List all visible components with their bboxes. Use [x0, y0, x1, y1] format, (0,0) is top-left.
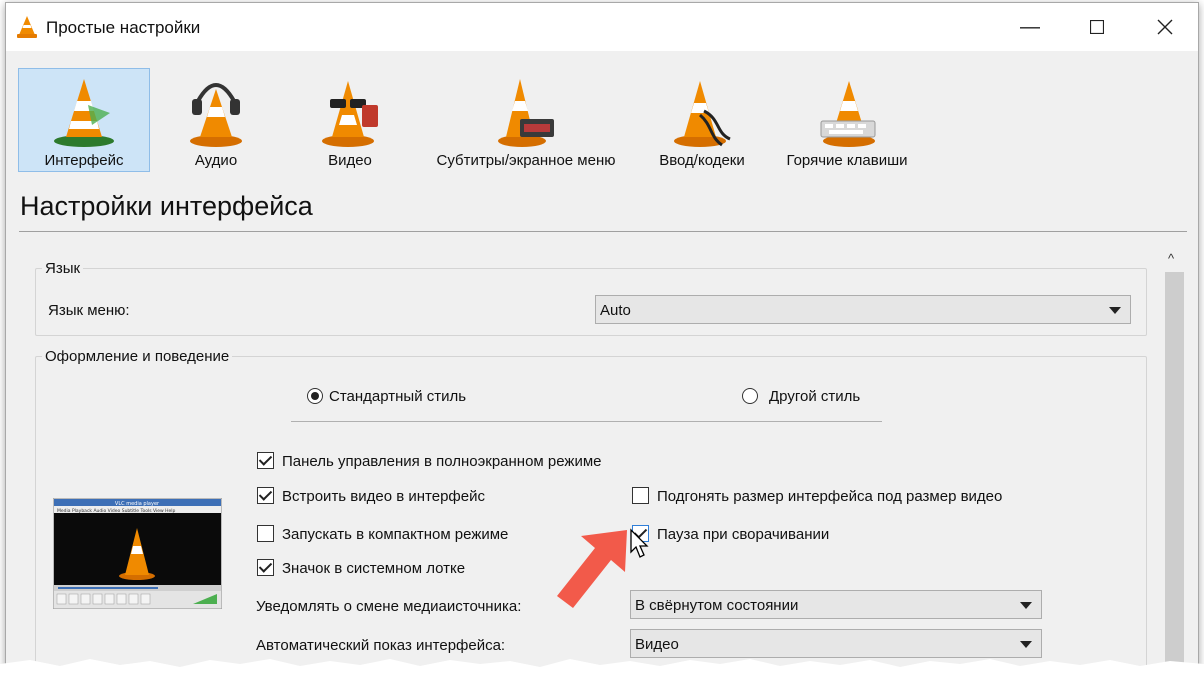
mouse-cursor-icon — [630, 528, 649, 558]
chevron-down-icon — [1020, 641, 1032, 648]
notify-value: В свёрнутом состоянии — [635, 597, 799, 614]
resize-to-video-checkbox[interactable] — [632, 487, 649, 504]
title-bar: Простые настройки — — [6, 3, 1198, 51]
resize-to-video-label: Подгонять размер интерфейса под размер в… — [657, 488, 1003, 505]
category-toolbar: Интерфейс Аудио Видео Субтитры/экранное … — [6, 51, 1198, 177]
pause-minimized-label: Пауза при сворачивании — [657, 526, 830, 543]
vlc-cone-glasses-icon — [322, 81, 378, 147]
tab-interface-label: Интерфейс — [44, 152, 124, 169]
vlc-app-icon — [17, 16, 37, 38]
tab-hotkeys[interactable]: Горячие клавиши — [774, 68, 920, 172]
minimize-icon: — — [1020, 15, 1040, 38]
minimal-mode-checkbox[interactable] — [257, 525, 274, 542]
language-group-title: Язык — [42, 260, 84, 277]
menu-language-select[interactable]: Auto — [595, 295, 1131, 324]
notify-label: Уведомлять о смене медиаисточника: — [256, 598, 522, 615]
fullscreen-controller-label: Панель управления в полноэкранном режиме — [282, 453, 602, 470]
chevron-down-icon — [1020, 602, 1032, 609]
systray-label: Значок в системном лотке — [282, 560, 466, 577]
menu-language-value: Auto — [600, 302, 631, 319]
fullscreen-controller-checkbox[interactable] — [257, 452, 274, 469]
standard-style-radio[interactable] — [307, 388, 323, 404]
look-group-title: Оформление и поведение — [42, 348, 233, 365]
tab-audio[interactable]: Аудио — [156, 68, 276, 172]
tab-hotkeys-label: Горячие клавиши — [786, 152, 908, 169]
systray-checkbox[interactable] — [257, 559, 274, 576]
minimize-button[interactable]: — — [997, 3, 1063, 51]
embed-video-checkbox[interactable] — [257, 487, 274, 504]
page-title: Настройки интерфейса — [20, 191, 313, 221]
tab-interface[interactable]: Интерфейс — [18, 68, 150, 172]
tab-subtitles-label: Субтитры/экранное меню — [436, 152, 616, 169]
vlc-cone-headphones-icon — [190, 83, 242, 147]
scrollbar-thumb[interactable] — [1165, 272, 1184, 671]
tab-input-codecs-label: Ввод/кодеки — [659, 152, 745, 169]
vlc-preview-image: VLC media player Media Playback Audio Vi… — [53, 498, 222, 609]
chevron-up-icon[interactable]: ^ — [1168, 251, 1174, 266]
style-divider — [291, 421, 882, 422]
minimal-mode-label: Запускать в компактном режиме — [282, 526, 509, 543]
vlc-cone-subtitles-icon — [498, 79, 554, 147]
tab-input-codecs[interactable]: Ввод/кодеки — [644, 68, 760, 172]
tab-video[interactable]: Видео — [282, 68, 418, 172]
notify-select[interactable]: В свёрнутом состоянии — [630, 590, 1042, 619]
other-style-radio[interactable] — [742, 388, 758, 404]
vlc-cone-keyboard-icon — [820, 81, 876, 147]
menu-language-label: Язык меню: — [48, 302, 130, 319]
tab-audio-label: Аудио — [194, 152, 238, 169]
maximize-button[interactable] — [1064, 3, 1130, 51]
vertical-scrollbar[interactable]: ^ — [1162, 242, 1189, 671]
embed-video-label: Встроить видео в интерфейс — [282, 488, 485, 505]
vlc-cone-interface-icon — [54, 79, 114, 147]
tab-video-label: Видео — [328, 152, 372, 169]
other-style-label: Другой стиль — [769, 388, 861, 405]
tab-subtitles[interactable]: Субтитры/экранное меню — [424, 68, 628, 172]
standard-style-label: Стандартный стиль — [329, 388, 467, 405]
title-divider — [19, 231, 1187, 232]
close-button[interactable] — [1132, 3, 1198, 51]
maximize-icon — [1090, 20, 1104, 34]
close-icon — [1157, 19, 1173, 35]
chevron-down-icon — [1109, 307, 1121, 314]
window-title: Простые настройки — [46, 18, 201, 37]
torn-edge-decoration — [0, 659, 1204, 675]
vlc-cone-cables-icon — [674, 81, 731, 147]
